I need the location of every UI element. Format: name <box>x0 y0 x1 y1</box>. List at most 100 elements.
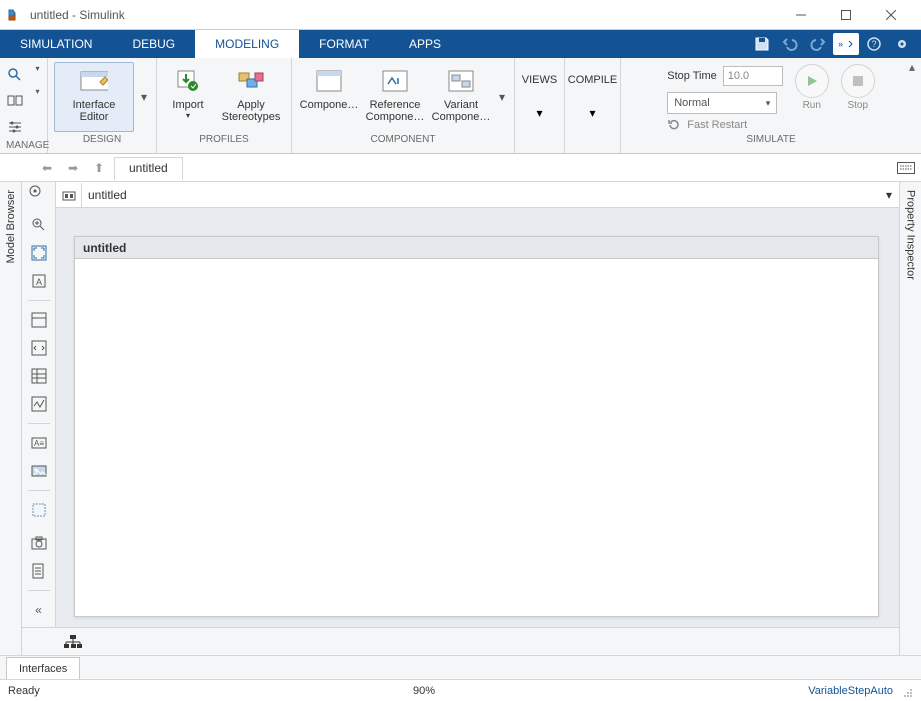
maximize-button[interactable] <box>823 1 868 29</box>
undo-button[interactable] <box>777 33 803 55</box>
annotation-button[interactable]: A≡ <box>26 430 52 456</box>
ribbon-group-design: Interface Editor ▾ DESIGN <box>48 58 157 153</box>
group-label: SIMULATE <box>627 132 915 146</box>
import-button[interactable]: Import ▾ <box>163 62 213 132</box>
simulation-mode-value: Normal <box>674 97 709 109</box>
variant-component-button[interactable]: Variant Compone… <box>430 62 492 132</box>
ribbon: ▴ ▾ ▾ MANAGE Interface Editor ▾ DESIGN <box>0 58 921 154</box>
property-inspector-tab[interactable]: Property Inspector <box>899 182 921 655</box>
import-icon <box>174 67 202 95</box>
reference-component-icon <box>381 67 409 95</box>
model-top-button[interactable] <box>56 183 82 207</box>
keyboard-icon[interactable] <box>891 156 921 180</box>
status-ready: Ready <box>8 685 40 697</box>
design-dropdown[interactable]: ▾ <box>138 62 150 132</box>
nav-up-button[interactable]: ⬆ <box>86 156 112 180</box>
tab-format[interactable]: FORMAT <box>299 30 389 58</box>
app-icon <box>8 7 24 23</box>
chevron-down-icon: ▾ <box>186 111 190 120</box>
tab-simulation[interactable]: SIMULATION <box>0 30 112 58</box>
breadcrumb-bar: ⬅ ➡ ⬆ untitled <box>0 154 921 182</box>
redo-button[interactable] <box>805 33 831 55</box>
screenshot-button[interactable] <box>26 530 52 556</box>
fast-restart-icon <box>667 118 681 132</box>
interface-editor-icon <box>80 67 108 95</box>
spreadsheet-button[interactable] <box>26 363 52 389</box>
svg-text:?: ? <box>872 39 877 49</box>
report-button[interactable] <box>26 558 52 584</box>
ribbon-group-profiles: Import ▾ Apply Stereotypes PROFILES <box>157 58 292 153</box>
button-label: Interface Editor <box>73 99 116 123</box>
svg-text:»: » <box>838 39 843 49</box>
tab-modeling[interactable]: MODELING <box>195 30 299 58</box>
chevron-down-icon[interactable]: ▾ <box>536 106 542 120</box>
close-button[interactable] <box>868 1 913 29</box>
chevron-down-icon[interactable]: ▾ <box>36 64 46 73</box>
model-tab[interactable]: untitled <box>114 157 183 181</box>
collapse-toolstrip-button[interactable]: « <box>26 597 52 623</box>
title-bar: untitled - Simulink <box>0 0 921 30</box>
model-browser-tab[interactable]: Model Browser <box>0 182 22 655</box>
hide-browser-button[interactable] <box>28 184 50 206</box>
resize-grip-icon[interactable] <box>899 684 913 698</box>
tab-debug[interactable]: DEBUG <box>112 30 195 58</box>
ribbon-collapse-button[interactable]: ▴ <box>905 60 919 74</box>
image-button[interactable] <box>26 458 52 484</box>
component-icon <box>315 67 343 95</box>
zoom-tool-button[interactable] <box>26 212 52 238</box>
group-label: DESIGN <box>54 132 150 146</box>
canvas-toolstrip: A A≡ « <box>22 208 56 627</box>
reference-component-button[interactable]: Reference Compone… <box>364 62 426 132</box>
nav-back-button[interactable]: ⬅ <box>34 156 60 180</box>
component-button[interactable]: Compone… <box>298 62 360 132</box>
panel-layout-button[interactable] <box>26 307 52 333</box>
group-label: MANAGE <box>6 138 41 152</box>
nav-forward-button[interactable]: ➡ <box>60 156 86 180</box>
ribbon-group-compile: COMPILE ▾ <box>565 58 621 153</box>
button-label: Compone… <box>300 99 359 111</box>
path-text: untitled <box>82 188 879 202</box>
stop-button[interactable] <box>841 64 875 98</box>
toolstrip-menu-button[interactable] <box>889 33 915 55</box>
window-title: untitled - Simulink <box>30 8 778 22</box>
apply-stereotypes-button[interactable]: Apply Stereotypes <box>217 62 285 132</box>
component-dropdown[interactable]: ▾ <box>496 62 508 132</box>
help-button[interactable]: ? <box>861 33 887 55</box>
compare-button[interactable] <box>2 90 28 112</box>
stop-label: Stop <box>847 100 868 111</box>
fast-restart-button[interactable]: Fast Restart <box>667 118 783 132</box>
save-button[interactable] <box>749 33 775 55</box>
ribbon-group-simulate: Stop Time Normal ▾ Fast Restart Run Stop <box>621 58 921 153</box>
canvas[interactable]: untitled <box>74 236 879 617</box>
fit-view-button[interactable] <box>26 240 52 266</box>
stop-time-input[interactable] <box>723 66 783 86</box>
find-button[interactable] <box>2 64 28 86</box>
area-button[interactable] <box>26 497 52 523</box>
views-label: VIEWS <box>522 74 557 86</box>
toggle-perspective-button[interactable]: A <box>26 268 52 294</box>
canvas-title: untitled <box>75 237 878 259</box>
tab-apps[interactable]: APPS <box>389 30 461 58</box>
settings-button[interactable] <box>2 116 28 138</box>
minimize-button[interactable] <box>778 1 823 29</box>
model-browser-label: Model Browser <box>5 190 17 263</box>
path-dropdown[interactable]: ▾ <box>879 188 899 202</box>
chevron-down-icon[interactable]: ▾ <box>589 106 595 120</box>
hierarchy-icon[interactable] <box>64 635 82 649</box>
group-label: COMPONENT <box>298 132 508 146</box>
variant-component-icon <box>447 67 475 95</box>
compile-label: COMPILE <box>568 74 618 86</box>
status-zoom[interactable]: 90% <box>413 685 435 697</box>
chevron-down-icon[interactable]: ▾ <box>36 87 46 96</box>
interface-editor-button[interactable]: Interface Editor <box>54 62 134 132</box>
shortcuts-button[interactable]: » <box>833 33 859 55</box>
status-solver[interactable]: VariableStepAuto <box>808 685 893 697</box>
run-button[interactable] <box>795 64 829 98</box>
ribbon-group-manage: ▾ ▾ MANAGE <box>0 58 48 153</box>
code-view-button[interactable] <box>26 335 52 361</box>
simulation-mode-select[interactable]: Normal ▾ <box>667 92 777 114</box>
run-label: Run <box>803 100 821 111</box>
signal-trace-button[interactable] <box>26 391 52 417</box>
footer-tabs: Interfaces <box>0 655 921 679</box>
interfaces-tab[interactable]: Interfaces <box>6 657 80 679</box>
